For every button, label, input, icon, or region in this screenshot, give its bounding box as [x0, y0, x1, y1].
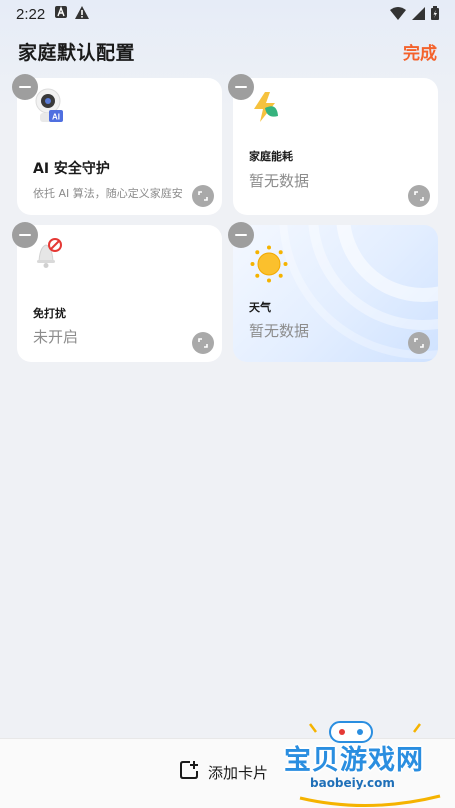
add-card-icon	[178, 759, 200, 785]
status-time: 2:22	[16, 5, 46, 23]
watermark-logo: 宝贝游戏网 baobeiy.com	[280, 718, 455, 808]
card-weather-value: 暂无数据	[249, 322, 310, 340]
page-header: 家庭默认配置 完成	[0, 34, 455, 68]
remove-card-energy-button[interactable]	[228, 74, 254, 100]
watermark-brand: 宝贝游戏网	[284, 745, 424, 776]
status-bar: 2:22	[0, 0, 455, 28]
card-ai-security[interactable]: AI AI 安全守护 依托 AI 算法，随心定义家庭安	[17, 78, 222, 215]
remove-card-dnd-button[interactable]	[12, 222, 38, 248]
add-card-button[interactable]: 添加卡片	[178, 759, 268, 785]
camera-icon: AI	[33, 88, 63, 128]
card-weather[interactable]: 天气 暂无数据	[233, 225, 438, 362]
card-security-subtitle: 依托 AI 算法，随心定义家庭安	[33, 187, 183, 200]
resize-icon[interactable]	[192, 332, 214, 354]
resize-icon[interactable]	[408, 185, 430, 207]
add-card-label: 添加卡片	[208, 763, 269, 782]
card-dnd-title: 免打扰	[33, 307, 66, 320]
notification-a-icon	[55, 6, 68, 22]
card-energy-value: 暂无数据	[249, 172, 310, 190]
card-energy-title: 家庭能耗	[249, 150, 293, 163]
card-do-not-disturb[interactable]: 免打扰 未开启	[17, 225, 222, 362]
wifi-icon	[390, 6, 406, 24]
card-energy[interactable]: 家庭能耗 暂无数据	[233, 78, 438, 215]
status-bar-right	[390, 6, 439, 24]
resize-icon[interactable]	[408, 332, 430, 354]
remove-card-security-button[interactable]	[12, 74, 38, 100]
remove-card-weather-button[interactable]	[228, 222, 254, 248]
battery-icon	[431, 6, 439, 24]
card-weather-title: 天气	[249, 301, 271, 314]
sun-icon	[250, 245, 288, 287]
signal-icon	[412, 6, 425, 24]
card-dnd-value: 未开启	[33, 328, 79, 346]
lightning-leaf-icon	[251, 92, 279, 126]
page-title: 家庭默认配置	[18, 41, 136, 64]
warning-icon	[75, 5, 90, 23]
watermark-url: baobeiy.com	[310, 776, 395, 790]
done-button[interactable]: 完成	[403, 39, 437, 64]
resize-icon[interactable]	[192, 185, 214, 207]
svg-text:AI: AI	[52, 113, 60, 122]
bell-muted-icon	[33, 237, 63, 273]
card-security-title: AI 安全守护	[33, 161, 110, 177]
